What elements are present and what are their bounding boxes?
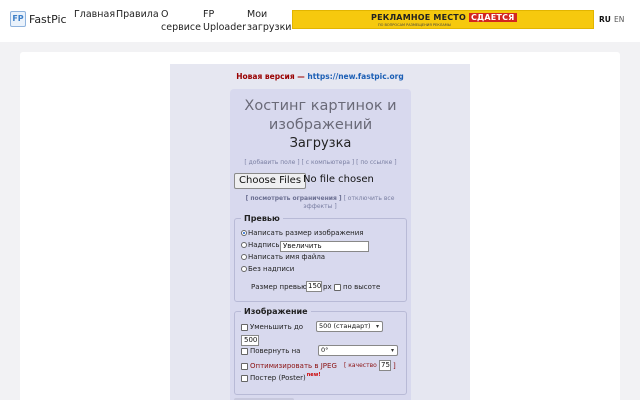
option-by-height[interactable]: по высоте bbox=[334, 283, 380, 291]
nav-home[interactable]: Главная bbox=[74, 8, 115, 21]
option-filename-label: Написать имя файла bbox=[248, 253, 326, 261]
lang-ru[interactable]: RU bbox=[599, 15, 611, 24]
option-poster-label: Постер (Poster) bbox=[250, 374, 306, 382]
option-write-size-label: Написать размер изображения bbox=[248, 229, 364, 237]
resize-value-input[interactable]: 500 bbox=[241, 335, 259, 346]
nav-uploader-line2: Uploader bbox=[203, 22, 247, 33]
new-version-link[interactable]: https://new.fastpic.org bbox=[307, 72, 403, 81]
radio-write-size[interactable] bbox=[241, 230, 247, 236]
option-caption[interactable]: Надпись bbox=[241, 241, 280, 249]
nav-about[interactable]: О сервисе bbox=[161, 8, 201, 34]
nav-rules[interactable]: Правила bbox=[116, 8, 159, 21]
checkbox-by-height[interactable] bbox=[334, 283, 341, 291]
page-title: Хостинг картинок и изображений bbox=[244, 98, 397, 133]
section-title: Загрузка bbox=[289, 136, 352, 151]
option-resize[interactable]: Уменьшить до bbox=[241, 323, 303, 331]
radio-no-caption[interactable] bbox=[241, 266, 247, 272]
logo-text: FastPic bbox=[29, 12, 67, 26]
preview-size-unit: px bbox=[323, 283, 332, 291]
new-version-label: Новая версия — bbox=[236, 72, 305, 81]
resize-select-value: 500 (стандарт) bbox=[319, 322, 371, 330]
option-rotate-label: Повернуть на bbox=[250, 347, 301, 355]
site-logo[interactable]: FP FastPic bbox=[10, 11, 67, 27]
nav-uploader[interactable]: FP Uploader bbox=[203, 8, 246, 34]
ad-banner[interactable]: РЕКЛАМНОЕ МЕСТО СДАЕТСЯ ПО ВОПРОСАМ РАЗМ… bbox=[292, 10, 594, 29]
option-jpeg[interactable]: Оптимизировать в JPEG bbox=[241, 362, 337, 370]
checkbox-rotate[interactable] bbox=[241, 347, 248, 355]
option-by-height-label: по высоте bbox=[343, 283, 381, 291]
option-poster[interactable]: Постер (Poster) new! bbox=[241, 372, 321, 382]
resize-select[interactable]: 500 (стандарт) ▾ bbox=[316, 321, 383, 332]
upload-mode-links[interactable]: [ добавить поле ] [ с компьютера ] [ по … bbox=[230, 159, 411, 166]
radio-filename[interactable] bbox=[241, 254, 247, 260]
option-jpeg-label: Оптимизировать в JPEG bbox=[250, 362, 337, 370]
preview-size-input[interactable]: 150 bbox=[306, 281, 322, 292]
option-write-size[interactable]: Написать размер изображения bbox=[241, 229, 364, 237]
preview-legend: Превью bbox=[244, 214, 280, 223]
option-caption-label: Надпись bbox=[248, 241, 280, 249]
chevron-down-icon: ▾ bbox=[375, 323, 379, 330]
logo-icon: FP bbox=[10, 11, 26, 27]
file-status-text: No file chosen bbox=[303, 174, 374, 185]
quality-close: ] bbox=[393, 362, 396, 370]
checkbox-poster[interactable] bbox=[241, 374, 248, 382]
nav-about-line2: сервисе bbox=[161, 22, 201, 33]
option-rotate[interactable]: Повернуть на bbox=[241, 347, 300, 355]
nav-about-line1: О bbox=[161, 9, 169, 20]
top-navbar: FP FastPic Главная Правила О сервисе FP … bbox=[0, 0, 640, 42]
nav-uploader-line1: FP bbox=[203, 9, 215, 20]
option-resize-label: Уменьшить до bbox=[250, 323, 304, 331]
banner-small-text: ПО ВОПРОСАМ РАЗМЕЩЕНИЯ РЕКЛАМЫ bbox=[378, 23, 451, 27]
lang-en[interactable]: EN bbox=[614, 15, 624, 24]
banner-highlight-text: СДАЕТСЯ bbox=[468, 13, 517, 22]
checkbox-resize[interactable] bbox=[241, 323, 248, 331]
rotate-select[interactable]: 0° ▾ bbox=[318, 345, 398, 356]
nav-my-uploads-line2: загрузки bbox=[247, 22, 292, 33]
preview-size-label: Размер превью bbox=[251, 283, 307, 291]
limits-links: [ посмотреть ограничения ] [ отключить в… bbox=[240, 195, 400, 211]
option-filename[interactable]: Написать имя файла bbox=[241, 253, 325, 261]
nav-my-uploads[interactable]: Мои загрузки bbox=[247, 8, 291, 34]
caption-input[interactable]: Увеличить bbox=[280, 241, 369, 252]
rotate-select-value: 0° bbox=[321, 346, 329, 354]
banner-main-text: РЕКЛАМНОЕ МЕСТО bbox=[371, 13, 466, 22]
new-badge: new! bbox=[306, 372, 321, 378]
chevron-down-icon: ▾ bbox=[390, 347, 394, 354]
radio-caption[interactable] bbox=[241, 242, 247, 248]
option-no-caption-label: Без надписи bbox=[248, 265, 295, 273]
quality-label: [ качество bbox=[344, 362, 377, 369]
checkbox-jpeg[interactable] bbox=[241, 362, 248, 370]
new-version-notice: Новая версия — https://new.fastpic.org bbox=[170, 72, 470, 81]
quality-input[interactable]: 75 bbox=[379, 360, 391, 371]
view-limits-link[interactable]: [ посмотреть ограничения ] bbox=[246, 195, 342, 202]
choose-files-button[interactable]: Choose Files bbox=[234, 173, 307, 189]
image-legend: Изображение bbox=[244, 307, 308, 316]
banner-text: РЕКЛАМНОЕ МЕСТО СДАЕТСЯ bbox=[371, 13, 517, 22]
option-no-caption[interactable]: Без надписи bbox=[241, 265, 294, 273]
nav-my-uploads-line1: Мои bbox=[247, 9, 268, 20]
